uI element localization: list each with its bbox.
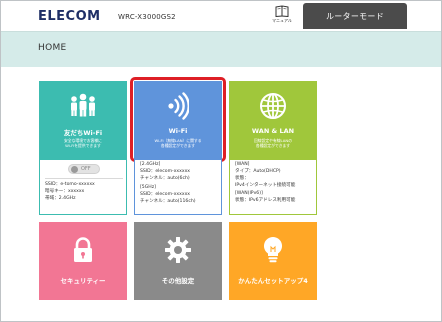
wan-lan-desc-2: 各種設定ができます [255, 143, 291, 148]
friend-wifi-info-panel: OFF SSID：e-tomo-xxxxxx 暗号キー：xxxxxx 帯域：2.… [39, 159, 127, 215]
wan-lan-info-panel: [WAN] タイプ：Auto(DHCP) 状態： IPv4インターネット接続可能… [229, 159, 317, 215]
security-tile[interactable]: セキュリティー [39, 222, 127, 300]
wan-ipv6-heading: [WAN(IPv6)] [235, 191, 263, 196]
gear-icon [134, 236, 222, 264]
wan-type: タイプ：Auto(DHCP) [235, 169, 281, 174]
wifi-24ghz-heading: [2.4GHz] [140, 162, 161, 167]
brand-logo: ELECOM [38, 9, 101, 24]
padlock-icon [39, 237, 127, 263]
friend-wifi-band: 帯域：2.4GHz [45, 196, 76, 201]
friend-wifi-key: 暗号キー：xxxxxx [45, 189, 85, 194]
wan-lan-tile[interactable]: WAN & LAN 回線設定や有線LANの 各種設定ができます [229, 81, 317, 159]
wifi-5ghz-ssid: SSID：elecom-xxxxxx [140, 192, 191, 197]
title-band: HOME [1, 31, 441, 67]
wan-lan-label: WAN & LAN [251, 127, 295, 135]
friend-wifi-ssid: SSID：e-tomo-xxxxxx [45, 182, 95, 187]
friend-wifi-label: 友だちWi-Fi [63, 129, 103, 137]
router-admin-window: ELECOM WRC-X3000GS2 マニュアル ルーターモード HOME 友… [0, 0, 442, 322]
wifi-5ghz-heading: [5GHz] [140, 185, 156, 190]
model-name: WRC-X3000GS2 [118, 13, 176, 21]
wifi-24ghz-channel: チャンネル：auto(6ch) [140, 176, 190, 181]
wifi-24ghz-ssid: SSID：elecom-xxxxxx [140, 169, 191, 174]
toggle-label: OFF [81, 166, 91, 172]
people-group-icon [39, 93, 127, 117]
toggle-knob [71, 166, 78, 173]
friend-wifi-tile[interactable]: 友だちWi-Fi 安全な環境でお客様に Wi-Fiを提供できます [39, 81, 127, 159]
wan-status-label: 状態： [235, 176, 249, 181]
page-title: HOME [38, 43, 67, 53]
divider [45, 178, 123, 179]
wan-ipv6-status: 状態：IPv6アドレス利用可能 [235, 198, 296, 203]
book-icon [275, 5, 289, 17]
security-label: セキュリティー [60, 277, 106, 285]
wifi-5ghz-channel: チャンネル：auto(116ch) [140, 199, 196, 204]
other-settings-tile[interactable]: その他設定 [134, 222, 222, 300]
easy-setup-label: かんたんセットアップ4 [238, 277, 308, 285]
router-mode-tab[interactable]: ルーターモード [303, 3, 407, 29]
easy-setup-tile[interactable]: かんたんセットアップ4 [229, 222, 317, 300]
friend-wifi-toggle[interactable]: OFF [68, 164, 100, 174]
friend-wifi-desc-2: Wi-Fiを提供できます [65, 143, 101, 148]
wan-status-value: IPv4インターネット接続可能 [235, 183, 296, 188]
header-bar: ELECOM WRC-X3000GS2 マニュアル ルーターモード [1, 1, 441, 31]
lightbulb-icon [229, 236, 317, 264]
wan-heading: [WAN] [235, 162, 250, 167]
globe-icon [229, 92, 317, 120]
wifi-tile-highlight [130, 77, 226, 162]
other-settings-label: その他設定 [161, 277, 195, 285]
manual-label: マニュアル [272, 18, 292, 23]
manual-button[interactable]: マニュアル [269, 5, 295, 29]
wifi-info-panel: [2.4GHz] SSID：elecom-xxxxxx チャンネル：auto(6… [134, 159, 222, 215]
